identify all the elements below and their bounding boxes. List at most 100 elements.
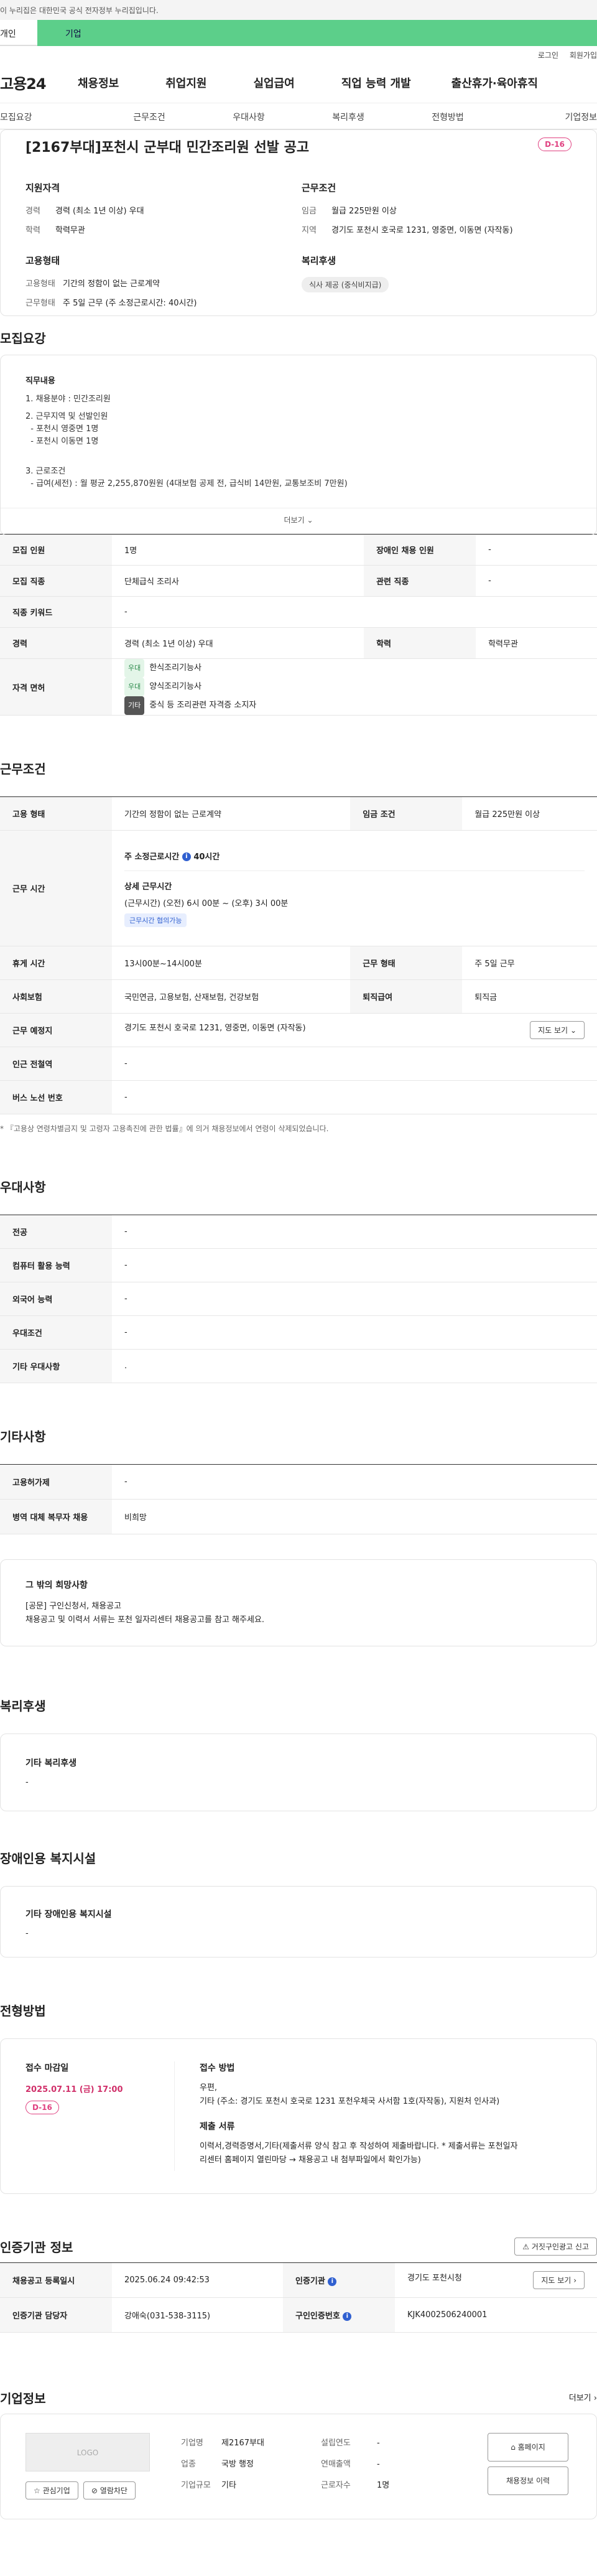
welfare-box: 기타 복리후생 - (0, 1734, 597, 1811)
age-notice: * 『고용상 연령차별금지 및 고령자 고용촉진에 관한 법률』에 의거 채용정… (0, 1124, 329, 1133)
cell-value: 1명 (112, 534, 364, 566)
cell-value: - (112, 1248, 597, 1282)
dday-badge: D-16 (538, 138, 572, 151)
anchor-selection[interactable]: 전형방법 (398, 103, 497, 129)
cell-label: 사회보험 (0, 979, 112, 1014)
favorite-company-button[interactable]: ☆ 관심기업 (25, 2481, 78, 2499)
gnb-item-parental-leave[interactable]: 출산휴가·육아휴직 (451, 75, 538, 91)
company-field-value: 제2167부대 (221, 2438, 264, 2448)
job-history-button[interactable]: 채용정보 이력 (488, 2466, 568, 2495)
work-table: 고용 형태 기간의 정함이 없는 근로계약 임금 조건 월급 225만원 이상 … (0, 796, 597, 1114)
cell-value: 학력무관 (476, 627, 597, 659)
company-field-label: 연매출액 (321, 2460, 351, 2469)
welfare-pill: 식사 제공 (중식비지급) (302, 277, 389, 292)
anchor-work-conditions[interactable]: 근무조건 (100, 103, 199, 129)
license-tag: 우대 (124, 678, 145, 696)
company-field-value: 국방 행정 (221, 2460, 254, 2469)
chevron-down-icon: ⌄ (570, 1026, 576, 1035)
tab-company[interactable]: 기업 (37, 20, 597, 46)
hope-box: 그 밖의 희망사항 [공문] 구인신청서, 채용공고 채용공고 및 이력서 서류… (0, 1559, 597, 1646)
info-icon[interactable]: i (343, 2312, 352, 2321)
recruit-table: 모집 인원 1명 장애인 채용 인원 - 모집 직종 단체급식 조리사 관련 직… (0, 534, 597, 716)
cell-value: 월급 225만원 이상 (462, 796, 597, 831)
cell-value: - (112, 1215, 597, 1249)
tab-individual[interactable]: 개인 (0, 20, 37, 46)
chevron-right-icon: › (573, 2276, 576, 2285)
homepage-label: 홈페이지 (517, 2443, 545, 2452)
duty-line: 3. 근로조건 (25, 467, 66, 476)
company-field-label: 근로자수 (321, 2481, 351, 2490)
cell-label: 모집 인원 (0, 534, 112, 566)
info-icon[interactable]: i (328, 2277, 337, 2286)
company-header: 기업정보 더보기 › (0, 2382, 597, 2414)
block-view-button[interactable]: ⊘ 열람차단 (83, 2481, 136, 2499)
hope-line: 채용공고 및 이력서 서류는 포천 일자리센터 채용공고를 참고 해주세요. (25, 1615, 265, 1625)
method-line: 우편, (200, 2083, 218, 2093)
home-icon: ⌂ (511, 2443, 516, 2452)
wage-value: 월급 225만원 이상 (331, 207, 397, 216)
agency-heading: 인증기관 정보 (0, 2240, 73, 2255)
cell-label: 외국어 능력 (0, 1282, 112, 1316)
map-view-button[interactable]: 지도 보기 ⌄ (530, 1021, 585, 1039)
info-icon[interactable]: i (182, 852, 191, 861)
cell-label: 장애인 채용 인원 (364, 534, 476, 566)
map-view-button[interactable]: 지도 보기 › (533, 2271, 585, 2289)
area-value: 경기도 포천시 호국로 1231, 영중면, 이동면 (자작동) (331, 226, 513, 235)
cell-label: 모집 직종 (0, 565, 112, 597)
job-summary-card: [2167부대]포천시 군부대 민간조리원 선발 공고 D-16 지원자격 경력… (0, 129, 597, 316)
docs-line: 이력서,경력증명서,기타(제출서류 양식 참고 후 작성하여 제출바랍니다. *… (200, 2142, 518, 2151)
selection-heading: 전형방법 (0, 2004, 46, 2018)
gov-banner: 이 누리집은 대한민국 공식 전자정부 누리집입니다. (0, 0, 597, 20)
license-name: 중식 등 조리관련 자격증 소지자 (149, 701, 257, 710)
anchor-preferences[interactable]: 우대사항 (199, 103, 298, 129)
false-ad-report-button[interactable]: ⚠ 거짓구인광고 신고 (514, 2238, 597, 2256)
cell-label: 기타 우대사항 (0, 1349, 112, 1383)
duty-line: - 급여(세전) : 월 평균 2,255,870원원 (4대보험 공제 전, … (25, 479, 348, 488)
career-value: 경력 (최소 1년 이상) 우대 (55, 207, 144, 216)
gnb-item-unemployment-benefit[interactable]: 실업급여 (254, 75, 295, 91)
anchor-recruit[interactable]: 모집요강 (0, 103, 100, 129)
anchor-welfare[interactable]: 복리후생 (298, 103, 398, 129)
duty-line: 2. 근무지역 및 선발인원 (25, 412, 108, 421)
negotiable-tag: 근무시간 협의가능 (124, 913, 187, 927)
cell-label: 전공 (0, 1215, 112, 1249)
more-button[interactable]: 더보기 ⌄ (1, 508, 596, 531)
cell-value: 퇴직금 (462, 979, 597, 1014)
cell-value: 경력 (최소 1년 이상) 우대 (112, 627, 364, 659)
cell-label: 학력 (364, 627, 476, 659)
cell-label: 인증기관 (295, 2277, 325, 2286)
cell-value: . (112, 1349, 597, 1383)
homepage-button[interactable]: ⌂ 홈페이지 (488, 2433, 568, 2462)
anchor-company[interactable]: 기업정보 (497, 103, 597, 129)
job-history-label: 채용정보 이력 (506, 2476, 550, 2485)
gnb-item-employment-support[interactable]: 취업지원 (165, 75, 206, 91)
welfare-summary-heading: 복리후생 (302, 255, 336, 266)
license-name: 양식조리기능사 (149, 682, 201, 691)
license-list: 우대 한식조리기능사 우대 양식조리기능사 기타 중식 등 조리관련 자격증 소지자 (112, 658, 597, 716)
login-link[interactable]: 로그인 (538, 51, 558, 60)
cell-label: 구인인증번호 (295, 2312, 340, 2321)
facility-box-value: - (25, 1929, 29, 1938)
method-line: 기타 (주소: 경기도 포천시 호국로 1231 포천우체국 사서함 1호(자작… (200, 2097, 500, 2106)
weekly-hours-label: 주 소정근로시간 (124, 852, 180, 862)
work-place-value: 경기도 포천시 호국로 1231, 영중면, 이동면 (자작동) (124, 1024, 306, 1033)
docs-heading: 제출 서류 (200, 2122, 235, 2132)
gnb-item-vocational-training[interactable]: 직업 능력 개발 (341, 75, 411, 91)
signup-link[interactable]: 회원가입 (570, 51, 597, 60)
job-title: [2167부대]포천시 군부대 민간조리원 선발 공고 (25, 140, 310, 156)
facility-heading: 장애인용 복지시설 (0, 1851, 96, 1866)
gnb-item-jobs[interactable]: 채용정보 (78, 75, 119, 91)
cell-value: - (476, 534, 597, 566)
site-logo[interactable]: 고용24 (0, 72, 62, 93)
preferences-table: 전공 - 컴퓨터 활용 능력 - 외국어 능력 - 우대조건 - 기타 우대사항. (0, 1215, 597, 1383)
company-field-value: 1명 (377, 2481, 390, 2490)
cell-value: - (476, 565, 597, 597)
docs-line: 리센터 홈페이지 열린마당 → 채용공고 내 첨부파일에서 확인가능) (200, 2155, 421, 2165)
company-more-link[interactable]: 더보기 › (569, 2391, 597, 2403)
cell-value: 강애숙(031-538-3115) (112, 2297, 284, 2333)
company-logo-placeholder: LOGO (25, 2433, 150, 2471)
facility-box-heading: 기타 장애인용 복지시설 (25, 1910, 112, 1920)
cell-value: 기간의 정함이 없는 근로계약 (112, 796, 351, 831)
cell-label: 근무 형태 (350, 946, 463, 980)
hope-line: [공문] 구인신청서, 채용공고 (25, 1602, 122, 1611)
